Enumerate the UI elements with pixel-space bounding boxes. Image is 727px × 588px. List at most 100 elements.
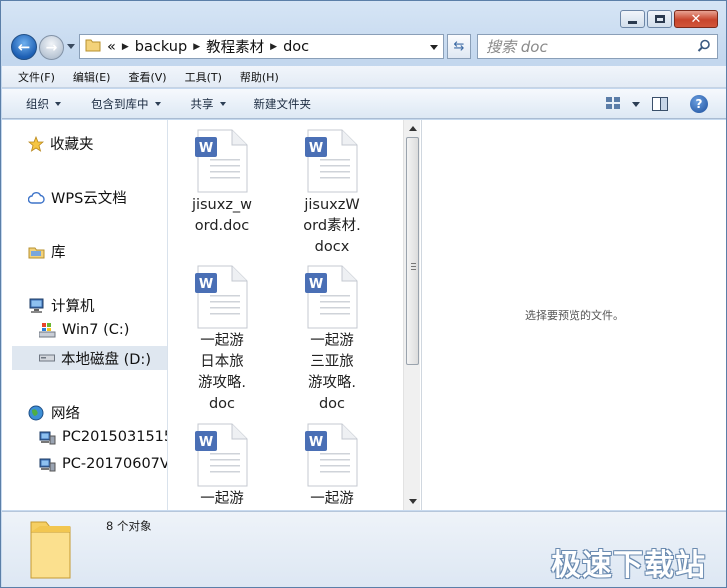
breadcrumb-tutorial-material[interactable]: 教程素材 bbox=[206, 36, 264, 57]
organize-button[interactable]: 组织 bbox=[2, 96, 73, 112]
chevron-down-icon bbox=[632, 101, 640, 107]
nav-drive-d[interactable]: 本地磁盘 (D:) bbox=[12, 346, 167, 370]
svg-text:W: W bbox=[309, 141, 323, 156]
minimize-button[interactable] bbox=[620, 10, 645, 28]
menu-file[interactable]: 文件(F) bbox=[2, 69, 64, 85]
include-in-library-button[interactable]: 包含到库中 bbox=[73, 96, 173, 112]
back-button[interactable]: ← bbox=[11, 34, 37, 60]
search-input[interactable]: 搜索 doc bbox=[477, 34, 718, 59]
file-item[interactable]: W 一起游 bbox=[284, 423, 380, 510]
nav-pc1[interactable]: PC20150315151 bbox=[39, 429, 167, 445]
search-icon[interactable] bbox=[697, 39, 711, 56]
nav-network-label: 网络 bbox=[51, 406, 80, 422]
nav-wps-cloud-label: WPS云文档 bbox=[51, 191, 127, 207]
refresh-button[interactable]: ⇆ bbox=[447, 34, 471, 59]
file-list-scrollbar[interactable] bbox=[403, 120, 420, 510]
arrow-left-icon: ← bbox=[17, 38, 31, 56]
change-view-button[interactable] bbox=[606, 96, 640, 112]
caption-buttons: ✕ bbox=[620, 10, 718, 28]
file-name-line: 三亚旅 bbox=[310, 354, 354, 370]
breadcrumb-overflow[interactable]: « bbox=[107, 39, 116, 55]
star-icon bbox=[28, 135, 44, 152]
scrollbar-grip bbox=[411, 263, 416, 270]
svg-text:W: W bbox=[309, 277, 323, 292]
scroll-up-button[interactable] bbox=[404, 120, 421, 137]
address-dropdown-icon[interactable] bbox=[430, 45, 438, 50]
file-name-line: 一起游 bbox=[200, 333, 244, 349]
menu-bar: 文件(F) 编辑(E) 查看(V) 工具(T) 帮助(H) bbox=[2, 66, 726, 88]
breadcrumb-separator[interactable]: ▶ bbox=[122, 42, 129, 52]
word-document-icon: W bbox=[195, 423, 248, 487]
breadcrumb-separator[interactable]: ▶ bbox=[270, 42, 277, 52]
maximize-icon bbox=[654, 15, 665, 23]
nav-drive-d-label: 本地磁盘 (D:) bbox=[61, 351, 151, 368]
network-computer-icon bbox=[39, 457, 56, 472]
nav-network[interactable]: 网络 bbox=[28, 402, 80, 423]
new-folder-label: 新建文件夹 bbox=[253, 96, 312, 111]
include-in-library-label: 包含到库中 bbox=[91, 96, 149, 111]
menu-help[interactable]: 帮助(H) bbox=[231, 69, 288, 85]
computer-icon bbox=[28, 298, 45, 314]
content-area: 收藏夹 WPS云文档 库 计算机 Win7 (C:) 本地磁盘 (D:) 网络 … bbox=[2, 120, 726, 510]
file-item[interactable]: W jisuxz_w ord.doc bbox=[174, 129, 270, 237]
nav-libraries-label: 库 bbox=[51, 245, 66, 261]
breadcrumb-doc[interactable]: doc bbox=[283, 39, 309, 55]
address-bar[interactable]: « ▶ backup ▶ 教程素材 ▶ doc bbox=[79, 34, 444, 59]
nav-pc2[interactable]: PC-20170607V bbox=[39, 456, 167, 472]
share-label: 共享 bbox=[190, 96, 214, 111]
nav-wps-cloud[interactable]: WPS云文档 bbox=[28, 187, 127, 208]
scrollbar-thumb[interactable] bbox=[406, 137, 419, 365]
nav-computer[interactable]: 计算机 bbox=[28, 295, 95, 316]
file-item[interactable]: W 一起游 bbox=[174, 423, 270, 510]
file-name-line: jisuxz_w bbox=[191, 197, 253, 213]
windows-drive-icon bbox=[39, 322, 56, 338]
breadcrumb-separator[interactable]: ▶ bbox=[193, 42, 200, 52]
file-name-line: ord.doc bbox=[194, 218, 250, 234]
file-name-line: 一起游 bbox=[200, 491, 244, 507]
share-button[interactable]: 共享 bbox=[173, 96, 238, 112]
hard-drive-icon bbox=[39, 353, 55, 363]
forward-button[interactable]: → bbox=[39, 35, 64, 60]
close-button[interactable]: ✕ bbox=[674, 10, 718, 28]
chevron-down-icon bbox=[408, 499, 417, 504]
cloud-icon bbox=[28, 191, 45, 204]
network-globe-icon bbox=[28, 405, 45, 421]
file-name-line: docx bbox=[314, 239, 350, 255]
site-watermark: 极速下载站 bbox=[551, 548, 706, 583]
nav-drive-c[interactable]: Win7 (C:) bbox=[39, 322, 129, 338]
file-name-line: 一起游 bbox=[310, 333, 354, 349]
preview-pane-toggle[interactable] bbox=[652, 97, 668, 111]
word-document-icon: W bbox=[195, 265, 248, 329]
menu-tools[interactable]: 工具(T) bbox=[176, 69, 231, 85]
nav-favorites-label: 收藏夹 bbox=[50, 137, 94, 153]
new-folder-button[interactable]: 新建文件夹 bbox=[238, 96, 324, 112]
scroll-down-button[interactable] bbox=[404, 493, 421, 510]
breadcrumb-backup[interactable]: backup bbox=[135, 39, 187, 55]
nav-libraries[interactable]: 库 bbox=[28, 241, 66, 262]
menu-edit[interactable]: 编辑(E) bbox=[64, 69, 120, 85]
nav-pc1-label: PC20150315151 bbox=[62, 429, 167, 445]
file-name-line: 游攻略. bbox=[307, 375, 357, 391]
file-item[interactable]: W 一起游 三亚旅 游攻略. doc bbox=[284, 265, 380, 415]
chevron-down-icon bbox=[55, 101, 61, 106]
svg-text:W: W bbox=[199, 435, 213, 450]
file-item[interactable]: W 一起游 日本旅 游攻略. doc bbox=[174, 265, 270, 415]
file-item[interactable]: W jisuxzW ord素材. docx bbox=[284, 129, 380, 258]
word-document-icon: W bbox=[305, 129, 358, 193]
nav-drive-c-label: Win7 (C:) bbox=[62, 322, 130, 338]
nav-favorites[interactable]: 收藏夹 bbox=[28, 133, 94, 154]
word-document-icon: W bbox=[195, 129, 248, 193]
command-bar-right: ? bbox=[606, 89, 726, 119]
svg-text:W: W bbox=[199, 141, 213, 156]
details-pane: 8 个对象 极速下载站 bbox=[2, 511, 726, 587]
help-icon[interactable]: ? bbox=[690, 95, 708, 113]
menu-view[interactable]: 查看(V) bbox=[119, 69, 175, 85]
file-name-line: doc bbox=[208, 396, 236, 412]
word-document-icon: W bbox=[305, 423, 358, 487]
arrow-right-icon: → bbox=[45, 39, 58, 56]
view-grid-icon bbox=[606, 96, 620, 112]
folder-icon bbox=[28, 516, 74, 585]
maximize-button[interactable] bbox=[647, 10, 672, 28]
svg-text:W: W bbox=[309, 435, 323, 450]
recent-pages-dropdown[interactable] bbox=[67, 44, 75, 49]
